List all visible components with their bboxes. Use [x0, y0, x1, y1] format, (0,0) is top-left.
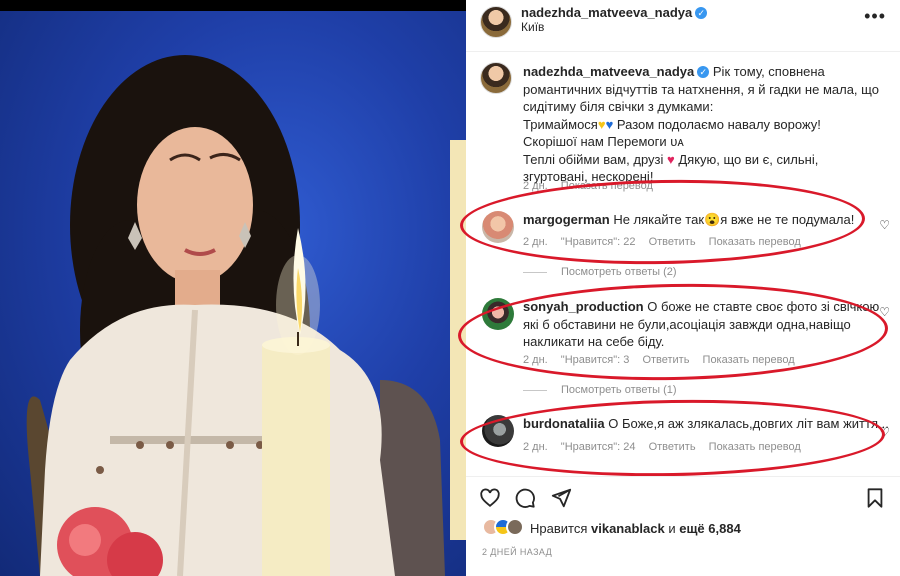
- translate-button[interactable]: Показать перевод: [709, 441, 801, 453]
- comment-body: О Боже,я аж злякалась,довгих літ вам жит…: [608, 416, 889, 431]
- view-replies-button[interactable]: Посмотреть ответы (1): [523, 384, 677, 396]
- heart-icon[interactable]: [479, 487, 501, 509]
- likes-text: Нравится vikanablack и ещё 6,884: [530, 521, 741, 536]
- comment-item: sonyah_production О боже не ставте своє …: [482, 298, 882, 368]
- comment-body-a: Не лякайте так: [613, 212, 705, 227]
- bookmark-icon[interactable]: [864, 487, 886, 509]
- caption-avatar[interactable]: [480, 62, 512, 94]
- comment-body-b: я вже не те подумала!: [720, 212, 855, 227]
- post-timestamp[interactable]: 2 ДНЕЙ НАЗАД: [482, 547, 552, 557]
- more-options-icon[interactable]: •••: [864, 6, 886, 27]
- comment-like-heart-icon[interactable]: ♡: [879, 305, 890, 319]
- reply-button[interactable]: Ответить: [649, 441, 696, 453]
- comment-text: sonyah_production О боже не ставте своє …: [523, 298, 883, 351]
- commenter-avatar[interactable]: [482, 415, 514, 447]
- blue-heart-icon: ♥: [605, 116, 614, 132]
- commenter-avatar[interactable]: [482, 211, 514, 243]
- post-photo[interactable]: [0, 0, 466, 576]
- commenter-username[interactable]: margogerman: [523, 212, 610, 227]
- comment-meta: 2 дн. "Нравится": 24 Ответить Показать п…: [523, 441, 811, 453]
- comment-meta: 2 дн. "Нравится": 22 Ответить Показать п…: [523, 236, 811, 248]
- astonished-emoji-icon: 😮: [704, 212, 721, 227]
- commenter-avatar[interactable]: [482, 298, 514, 330]
- commenter-username[interactable]: sonyah_production: [523, 299, 644, 314]
- caption-text-2a: Тримаймося: [523, 116, 598, 132]
- send-icon[interactable]: [550, 487, 572, 509]
- verified-badge-icon: ✓: [697, 66, 710, 78]
- comment-text: burdonataliia О Боже,я аж злякалась,довг…: [523, 415, 889, 433]
- comment-item: margogerman Не лякайте так😮я вже не те п…: [482, 211, 882, 251]
- caption-meta: 2 дн. Показать перевод: [523, 180, 663, 192]
- comment-meta: 2 дн. "Нравится": 3 Ответить Показать пе…: [523, 354, 805, 366]
- author-username[interactable]: nadezhda_matveeva_nadya: [521, 5, 692, 20]
- author-name-row: nadezhda_matveeva_nadya ✓: [521, 4, 708, 22]
- likes-prefix: Нравится: [530, 521, 588, 536]
- liker-avatar[interactable]: [506, 518, 524, 536]
- comment-icon[interactable]: [514, 487, 536, 509]
- translate-button[interactable]: Показать перевод: [709, 236, 801, 248]
- liker-username[interactable]: vikanablack: [591, 521, 665, 536]
- comment-likes[interactable]: "Нравится": 22: [561, 236, 636, 248]
- caption-text-4a: Теплі обійми вам, друзі: [523, 151, 664, 167]
- author-avatar[interactable]: [480, 6, 512, 38]
- photo-top-border: [0, 0, 466, 11]
- photo-illustration: [26, 55, 466, 576]
- yellow-heart-icon: ♥: [597, 116, 606, 132]
- comment-like-heart-icon[interactable]: ♡: [879, 425, 890, 439]
- commenter-username[interactable]: burdonataliia: [523, 416, 605, 431]
- caption-time[interactable]: 2 дн.: [523, 180, 548, 192]
- caption-translate-button[interactable]: Показать перевод: [561, 180, 653, 192]
- comment-likes[interactable]: "Нравится": 24: [561, 441, 636, 453]
- caption-text-2b: Разом подолаємо навалу ворожу!: [616, 116, 821, 132]
- post-panel: nadezhda_matveeva_nadya ✓ Київ ••• nadezh…: [457, 0, 900, 576]
- comment-item: burdonataliia О Боже,я аж злякалась,довг…: [482, 415, 889, 455]
- view-replies-button[interactable]: Посмотреть ответы (2): [523, 266, 677, 278]
- reply-button[interactable]: Ответить: [649, 236, 696, 248]
- caption: nadezhda_matveeva_nadya ✓ Рік тому, сповн…: [523, 63, 883, 186]
- reply-button[interactable]: Ответить: [642, 354, 689, 366]
- comment-like-heart-icon[interactable]: ♡: [879, 218, 890, 232]
- verified-badge-icon: ✓: [695, 7, 708, 19]
- post-header: nadezhda_matveeva_nadya ✓ Київ •••: [466, 0, 900, 52]
- red-heart-icon: ♥: [667, 151, 675, 167]
- caption-username[interactable]: nadezhda_matveeva_nadya: [523, 64, 694, 79]
- comment-time[interactable]: 2 дн.: [523, 441, 548, 453]
- post-location[interactable]: Київ: [521, 20, 544, 34]
- likes-count[interactable]: ещё 6,884: [679, 521, 741, 536]
- action-bar: [466, 476, 900, 512]
- comment-time[interactable]: 2 дн.: [523, 354, 548, 366]
- caption-text-3: Скорішої нам Перемоги ᴜᴀ: [523, 134, 684, 149]
- comment-likes[interactable]: "Нравится": 3: [561, 354, 630, 366]
- comment-text: margogerman Не лякайте так😮я вже не те п…: [523, 211, 883, 229]
- likes-conjunction: и: [668, 521, 676, 536]
- comment-time[interactable]: 2 дн.: [523, 236, 548, 248]
- translate-button[interactable]: Показать перевод: [703, 354, 795, 366]
